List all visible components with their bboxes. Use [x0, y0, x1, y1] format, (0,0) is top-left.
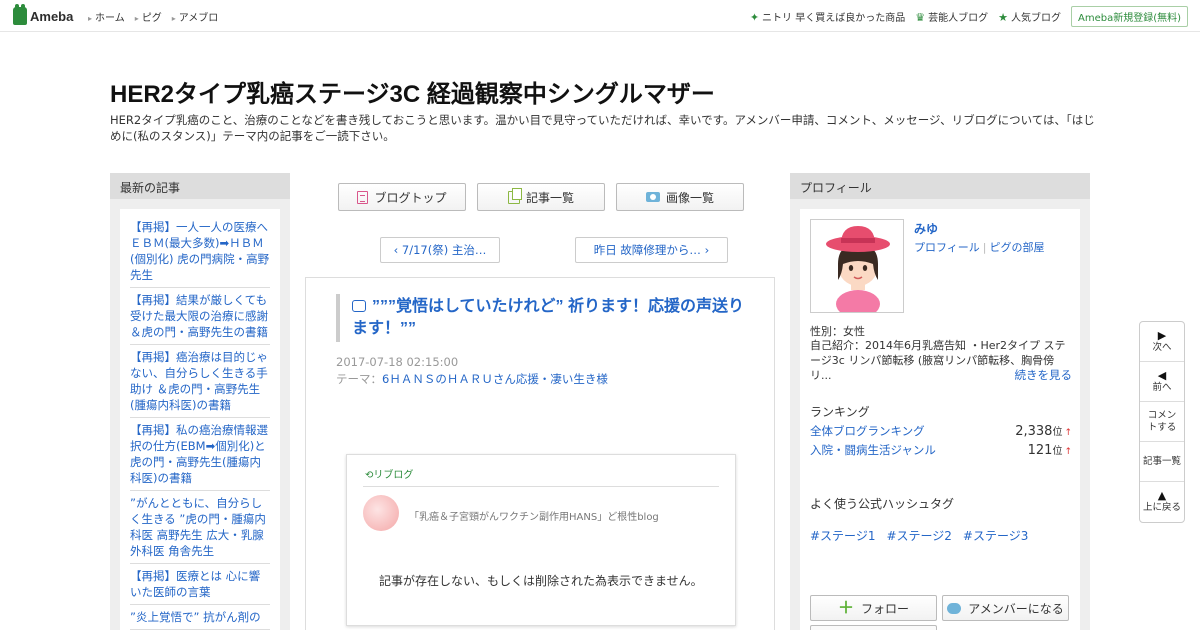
divider	[363, 486, 719, 487]
right-sidebar: プロフィール みゆ プロフィール | ピグの部屋 性別：女性 自己紹介：2014…	[790, 173, 1090, 630]
recent-entry-link[interactable]: 【再掲】医療とは 心に響いた医師の言葉	[130, 564, 270, 605]
ameba-logo-icon	[13, 4, 27, 25]
document-icon	[357, 190, 369, 204]
ranking-label[interactable]: 入院・闘病生活ジャンル	[810, 442, 936, 458]
nav-home[interactable]: ▸ ホーム	[88, 9, 125, 24]
list-icon	[507, 187, 522, 204]
ranking-heading: ランキング	[810, 405, 870, 419]
profile-heading: プロフィール	[790, 173, 1090, 199]
star-icon: ★	[998, 11, 1008, 24]
entry-date: 2017-07-18 02:15:00	[336, 355, 459, 369]
signup-button[interactable]: Ameba新規登録(無料)	[1070, 6, 1188, 27]
recent-entry-link[interactable]: ”炎上覚悟で” 抗がん剤の	[130, 605, 270, 630]
reblog-blog-avatar[interactable]	[363, 495, 399, 531]
nav-pigg[interactable]: ▸ ピグ	[135, 9, 162, 24]
profile-details: 性別：女性 自己紹介：2014年6月乳癌告知 ・Her2タイプ ステージ3c リ…	[810, 209, 1072, 630]
amember-button[interactable]: アメンバーになる	[942, 595, 1069, 621]
link-popular-blog[interactable]: ★ 人気ブログ	[998, 9, 1061, 24]
blog-description: HER2タイプ乳癌のこと、治療のことなどを書き残しておこうと思います。温かい目で…	[110, 113, 1095, 143]
reblog-label: ⟲リブログ	[365, 470, 414, 481]
sparkle-icon: ✦	[749, 11, 760, 24]
crown-icon: ♛	[915, 11, 926, 24]
top-right-links: ✦ ニトリ 早く買えば良かった商品 ♛ 芸能人ブログ ★ 人気ブログ Ameba新規登…	[750, 6, 1188, 27]
profile-gender: 性別：女性	[810, 325, 865, 338]
extra-profile-button[interactable]	[810, 625, 937, 630]
entry-article: ”””覚悟はしていたけれど” 祈ります！応援の声送ります！”” 2017-07-…	[305, 277, 775, 630]
hashtag-link[interactable]: #ステージ2	[886, 527, 951, 544]
link-celebrity-blog[interactable]: ♛ 芸能人ブログ	[915, 9, 988, 24]
entry-theme: テーマ：6ＨＡＮＳのＨＡＲＵさん応援・凄い生き様	[336, 372, 608, 386]
rank-up-arrow-icon: ↑	[1064, 447, 1072, 457]
float-comment-button[interactable]: コメントする	[1140, 402, 1184, 442]
ranking-value: 121位 ↑	[1027, 443, 1072, 458]
triangle-up-icon: ▲	[1157, 489, 1167, 502]
floating-nav: ▶ 次へ ◀ 前へ コメントする 記事一覧 ▲ 上に戻る	[1139, 321, 1185, 523]
blog-nav-buttons: ブログトップ 記事一覧 画像一覧	[338, 183, 744, 211]
left-sidebar: 最新の記事 【再掲】一人一人の医療へ ＥＢＭ(最大多数)➡ＨＢＭ(個別化) 虎の…	[110, 173, 290, 630]
reblog-icon	[352, 300, 366, 312]
speech-bubble-icon	[947, 602, 962, 614]
reblog-message: 記事が存在しない、もしくは削除された為表示できません。	[379, 574, 703, 588]
link-nitori[interactable]: ✦ ニトリ 早く買えば良かった商品	[750, 9, 905, 24]
recent-entry-link[interactable]: 【再掲】一人一人の医療へ ＥＢＭ(最大多数)➡ＨＢＭ(個別化) 虎の門病院・高野…	[130, 215, 270, 288]
ranking-row-genre: 入院・闘病生活ジャンル 121位 ↑	[810, 442, 1072, 458]
top-nav: ▸ ホーム ▸ ピグ ▸ アメブロ	[88, 9, 218, 24]
hashtag-link[interactable]: #ステージ1	[810, 527, 875, 544]
entry-title[interactable]: ”””覚悟はしていたけれど” 祈ります！応援の声送ります！””	[336, 294, 746, 342]
camera-icon	[645, 192, 660, 202]
recent-entry-link[interactable]: 【再掲】癌治療は目的じゃない、自分らしく生きる手助け ＆虎の門・高野先生(腫瘍内…	[130, 345, 270, 418]
chevron-right-icon: ▸	[171, 14, 176, 23]
recent-entry-link[interactable]: ”がんとともに、自分らしく生きる ”虎の門・腫瘍内科医 高野先生 広大・乳腺外科…	[130, 491, 270, 564]
chevron-right-icon: ▸	[134, 14, 139, 23]
float-prev-button[interactable]: ◀ 前へ	[1140, 362, 1184, 402]
prev-entry-button[interactable]: ‹ 7/17(祭) 主治…	[380, 237, 500, 263]
hashtag-list: #ステージ1 #ステージ2 #ステージ3	[810, 527, 1028, 544]
play-left-icon: ◀	[1157, 368, 1167, 382]
profile-box: みゆ プロフィール | ピグの部屋 性別：女性 自己紹介：2014年6月乳癌告知 ・…	[800, 209, 1080, 630]
next-entry-button[interactable]: 昨日 故障修理から… ›	[575, 237, 728, 263]
entry-theme-link[interactable]: 6ＨＡＮＳのＨＡＲＵさん応援・凄い生き様	[382, 372, 608, 386]
play-right-icon: ▶	[1157, 328, 1167, 342]
chevron-right-icon: ›	[700, 243, 710, 257]
recent-entry-link[interactable]: 【再掲】結果が厳しくても受けた最大限の治療に感謝 ＆虎の門・高野先生の書籍	[130, 288, 270, 345]
image-list-button[interactable]: 画像一覧	[616, 183, 744, 211]
recent-entry-link[interactable]: 【再掲】私の癌治療情報選択の仕方(EBM➡個別化)と虎の門・高野先生(腫瘍内科医…	[130, 418, 270, 491]
top-bar: Ameba ▸ ホーム ▸ ピグ ▸ アメブロ ✦ ニトリ 早く買えば良かった商品 ♛ 芸…	[0, 0, 1200, 32]
blog-top-button[interactable]: ブログトップ	[338, 183, 466, 211]
plus-icon: ＋	[837, 598, 854, 617]
hashtag-link[interactable]: #ステージ3	[963, 527, 1028, 544]
follow-button[interactable]: ＋フォロー	[810, 595, 937, 621]
reblog-card: ⟲リブログ 「乳癌＆子宮頸がんワクチン副作用HANS」ど根性blog 記事が存在…	[346, 454, 736, 626]
recent-entries-heading: 最新の記事	[110, 173, 290, 199]
float-top-button[interactable]: ▲ 上に戻る	[1140, 482, 1184, 522]
hashtag-heading: よく使う公式ハッシュタグ	[810, 497, 955, 511]
float-entry-list-button[interactable]: 記事一覧	[1140, 442, 1184, 482]
blog-title[interactable]: HER2タイプ乳癌ステージ3C 経過観察中シングルマザー	[110, 74, 715, 109]
reblog-blog-name[interactable]: 「乳癌＆子宮頸がんワクチン副作用HANS」ど根性blog	[409, 508, 659, 523]
float-next-button[interactable]: ▶ 次へ	[1140, 322, 1184, 362]
profile-action-buttons: ＋フォロー アメンバーになる	[810, 595, 1069, 621]
recent-entries-list: 【再掲】一人一人の医療へ ＥＢＭ(最大多数)➡ＨＢＭ(個別化) 虎の門病院・高野…	[120, 209, 280, 630]
ranking-row-overall: 全体ブログランキング 2,338位 ↑	[810, 423, 1072, 439]
read-more-link[interactable]: 続きを見る	[1015, 367, 1073, 383]
ameba-logo[interactable]: Ameba	[13, 4, 73, 26]
chevron-right-icon: ▸	[88, 14, 93, 23]
chevron-left-icon: ‹	[393, 243, 402, 257]
rank-up-arrow-icon: ↑	[1064, 428, 1072, 438]
ranking-label[interactable]: 全体ブログランキング	[810, 423, 925, 439]
nav-ameblo[interactable]: ▸ アメブロ	[172, 9, 219, 24]
entry-list-button[interactable]: 記事一覧	[477, 183, 605, 211]
ranking-value: 2,338位 ↑	[1015, 424, 1072, 439]
